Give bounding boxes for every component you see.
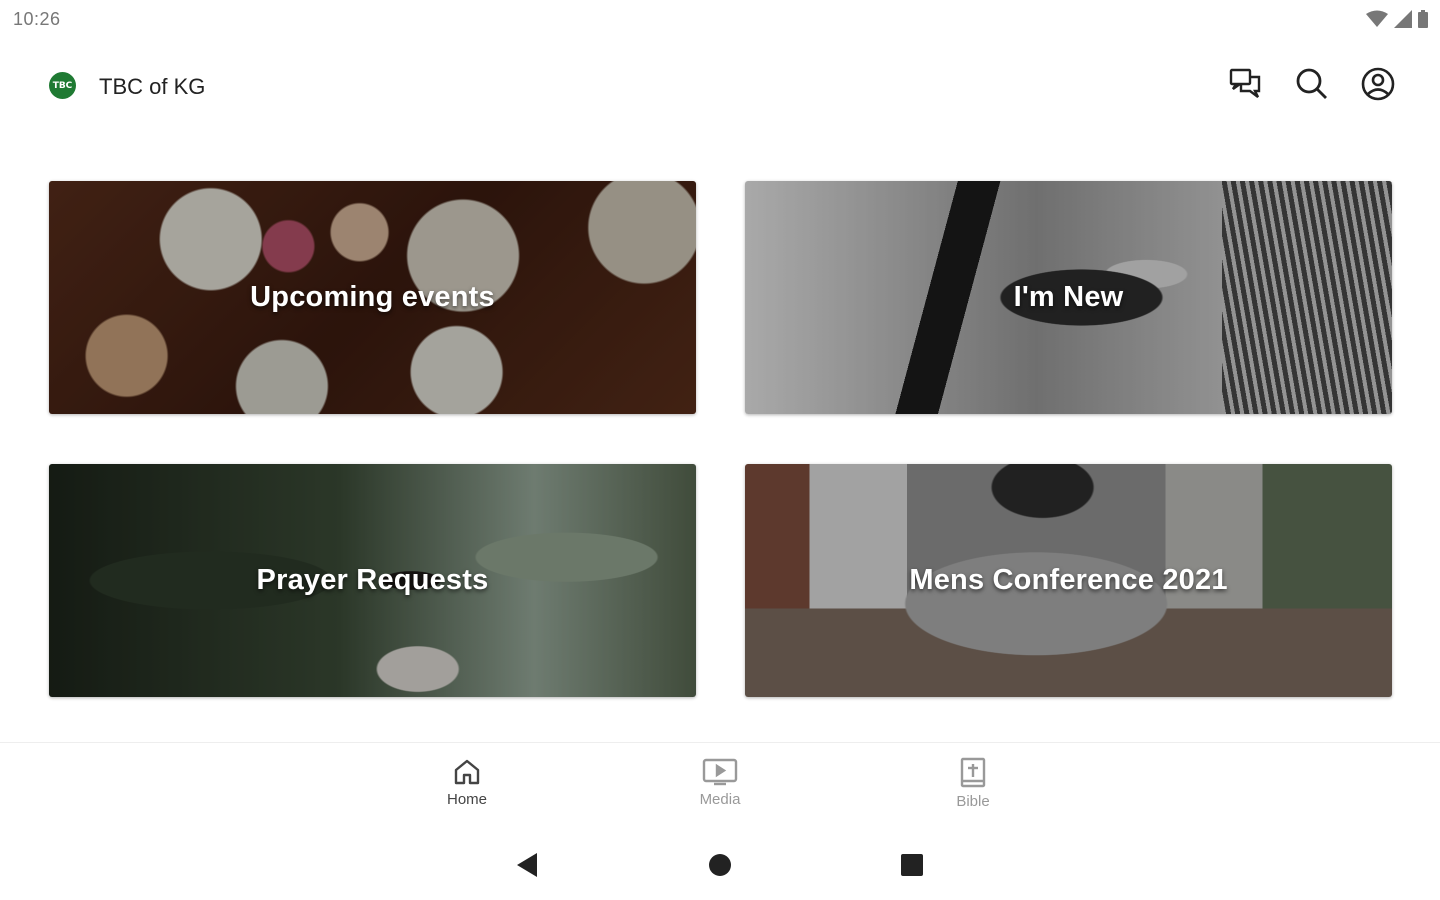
system-navigation <box>0 840 1440 890</box>
app-bar: TBC TBC of KG <box>0 50 1440 120</box>
system-recents-button[interactable] <box>897 850 927 880</box>
chat-icon <box>1229 68 1261 98</box>
tile-prayer-requests[interactable]: Prayer Requests <box>49 464 696 697</box>
nav-item-bible[interactable]: Bible <box>923 757 1023 810</box>
bottom-navigation: Home Media Bible <box>0 742 1440 826</box>
tile-label: Upcoming events <box>250 281 495 313</box>
search-button[interactable] <box>1294 66 1330 102</box>
tile-label: I'm New <box>1013 281 1124 313</box>
nav-item-media[interactable]: Media <box>670 757 770 808</box>
status-bar: 10:26 <box>0 0 1440 40</box>
system-home-button[interactable] <box>705 850 735 880</box>
bible-icon <box>960 757 986 788</box>
tile-label: Mens Conference 2021 <box>909 564 1228 596</box>
back-icon <box>517 853 537 877</box>
battery-icon <box>1418 10 1428 28</box>
app-title: TBC of KG <box>99 74 206 99</box>
app-actions <box>1228 66 1396 102</box>
media-icon <box>702 758 738 786</box>
home-circle-icon <box>709 854 731 876</box>
status-time: 10:26 <box>13 9 61 29</box>
nav-label-bible: Bible <box>956 793 990 810</box>
status-icons <box>1366 10 1428 28</box>
wifi-icon <box>1366 10 1388 27</box>
tile-label: Prayer Requests <box>256 564 489 596</box>
signal-icon <box>1394 10 1412 28</box>
account-button[interactable] <box>1360 66 1396 102</box>
system-back-button[interactable] <box>512 850 542 880</box>
tile-upcoming-events[interactable]: Upcoming events <box>49 181 696 414</box>
tile-mens-conference[interactable]: Mens Conference 2021 <box>745 464 1392 697</box>
search-icon <box>1296 68 1327 99</box>
recents-icon <box>901 854 923 876</box>
nav-item-home[interactable]: Home <box>417 757 517 808</box>
messages-button[interactable] <box>1228 66 1264 102</box>
home-icon <box>454 759 480 785</box>
account-icon <box>1361 67 1395 101</box>
tile-im-new[interactable]: I'm New <box>745 181 1392 414</box>
nav-label-media: Media <box>699 791 741 808</box>
church-logo: TBC <box>49 72 76 99</box>
logo-text: TBC <box>52 80 73 91</box>
nav-label-home: Home <box>446 791 487 808</box>
